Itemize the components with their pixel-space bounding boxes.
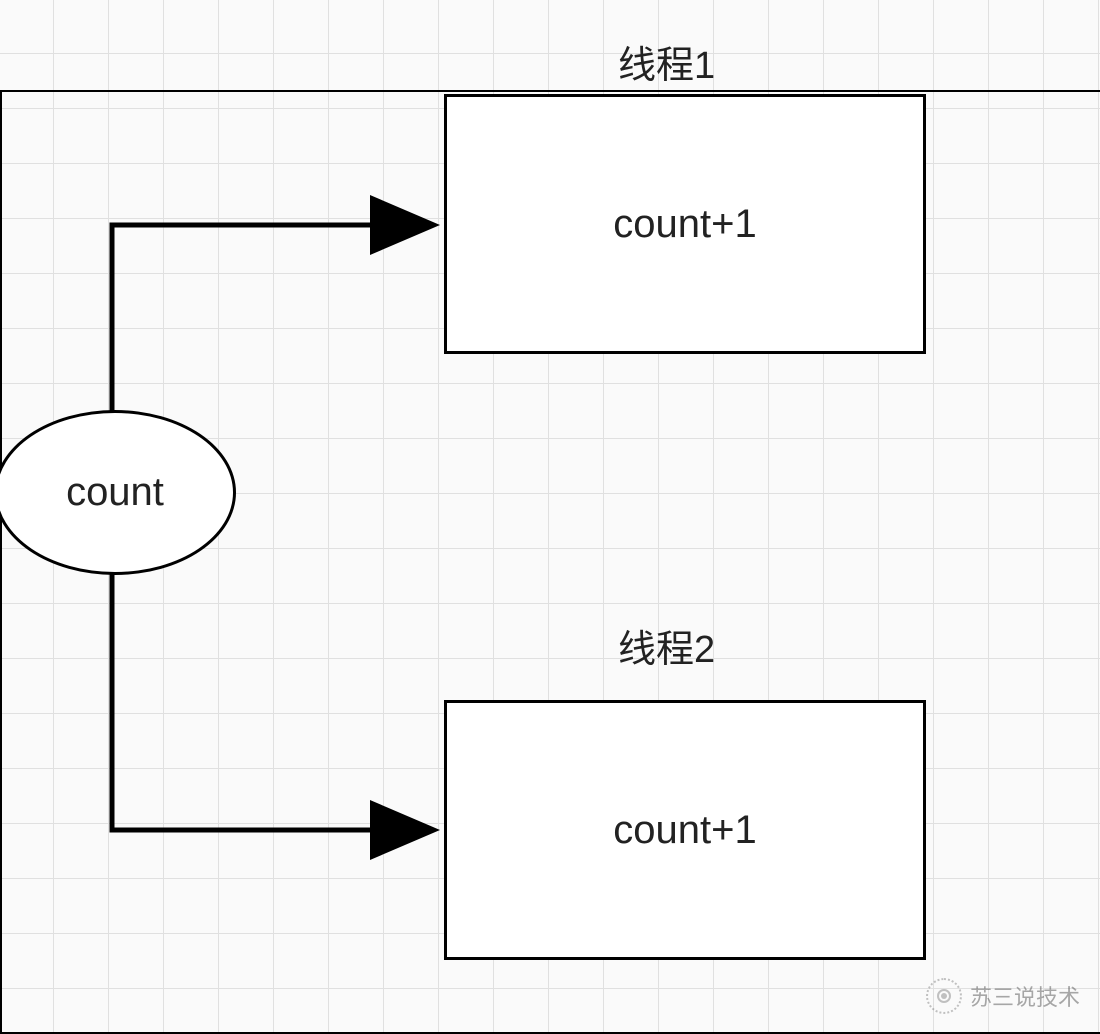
watermark: 苏三说技术 <box>926 978 1080 1014</box>
thread2-box-label: count+1 <box>613 808 756 853</box>
thread1-box: count+1 <box>444 94 926 354</box>
thread2-title: 线程2 <box>618 618 715 673</box>
count-node-label: count <box>66 470 164 515</box>
thread1-title: 线程1 <box>618 34 715 89</box>
thread2-box: count+1 <box>444 700 926 960</box>
watermark-text: 苏三说技术 <box>970 980 1080 1012</box>
wechat-icon <box>926 978 962 1014</box>
count-node: count <box>0 410 236 575</box>
thread1-box-label: count+1 <box>613 202 756 247</box>
